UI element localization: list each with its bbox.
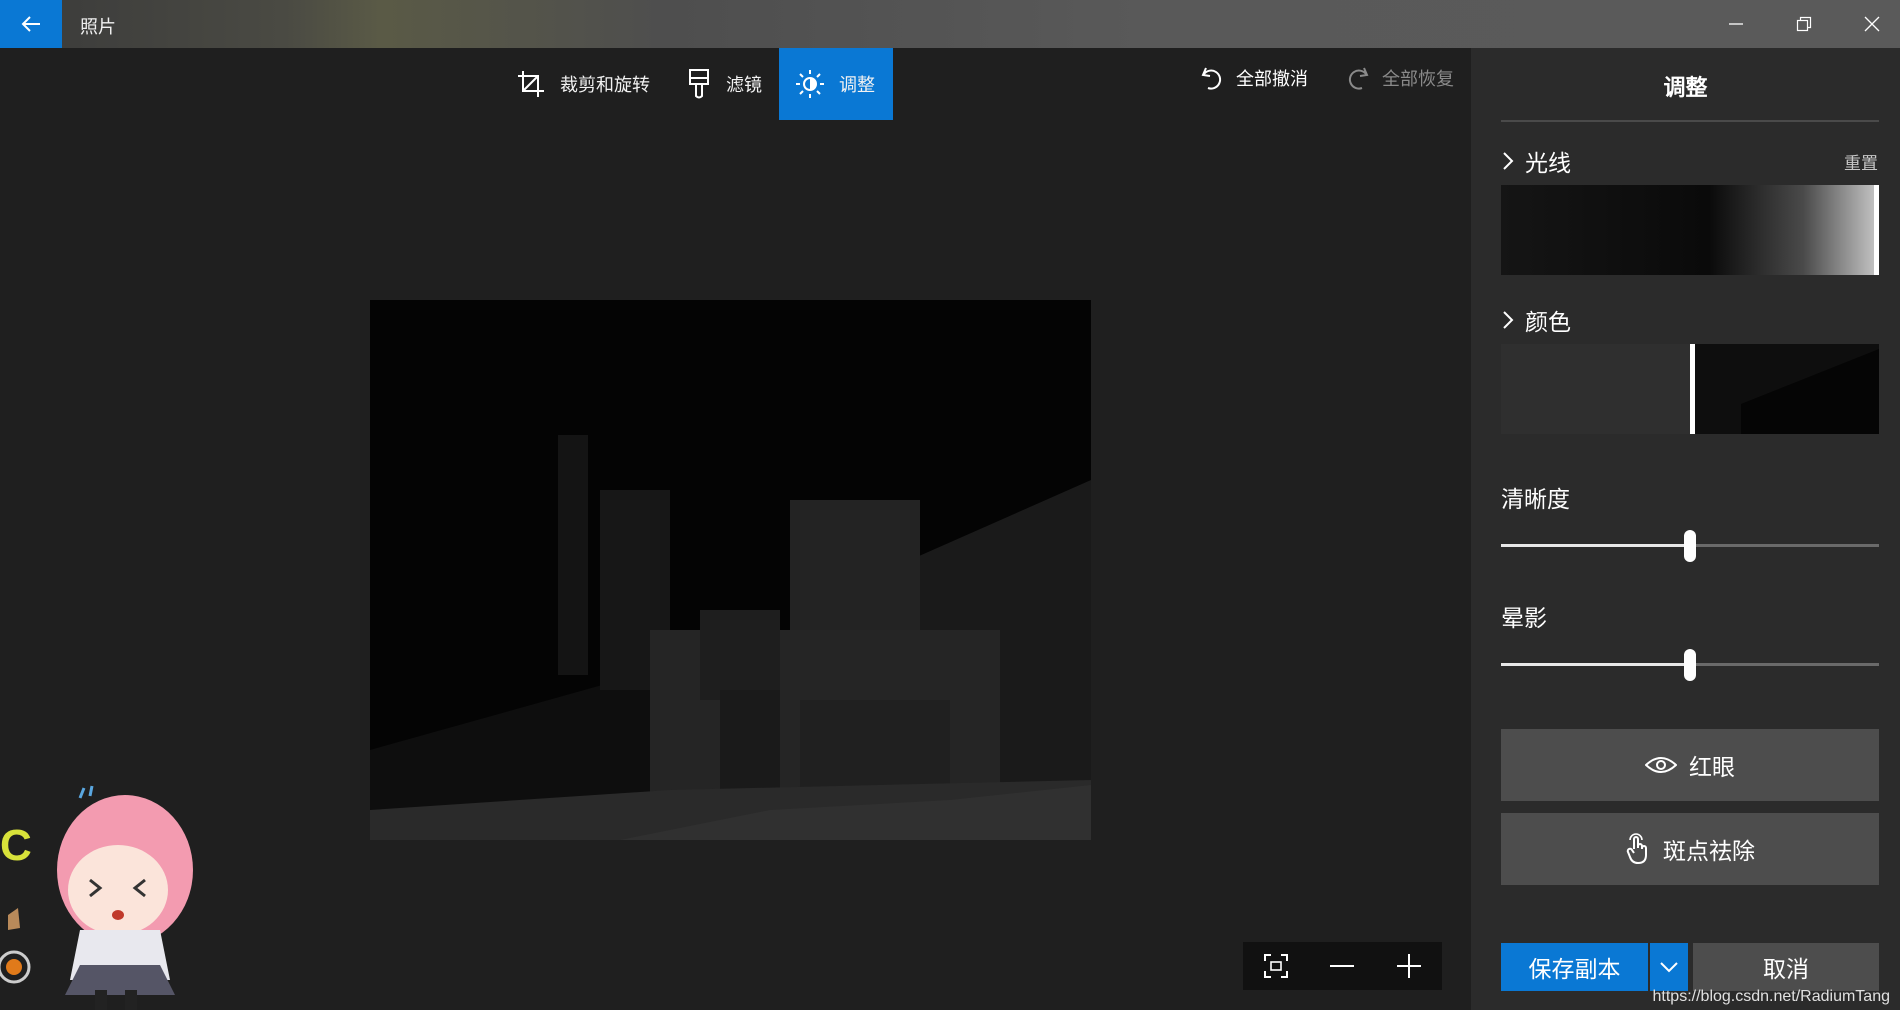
- red-eye-label: 红眼: [1689, 755, 1735, 781]
- chevron-right-icon: [1503, 311, 1514, 329]
- photo-canvas[interactable]: [370, 300, 1091, 840]
- adjust-panel: 调整 光线 重置 颜色 清晰度 晕影 红眼 斑点祛除 保存副本 取消: [1471, 48, 1900, 1010]
- tab-filters-label: 滤镜: [726, 75, 762, 96]
- close-icon: [1864, 16, 1880, 32]
- vignette-slider[interactable]: [1501, 649, 1879, 681]
- back-arrow-icon: [21, 16, 40, 32]
- vignette-thumb[interactable]: [1684, 649, 1696, 681]
- minimize-button[interactable]: [1702, 0, 1770, 48]
- vignette-label: 晕影: [1501, 606, 1547, 632]
- edited-photo: [370, 300, 1091, 840]
- minimize-icon: [1729, 23, 1743, 25]
- fit-to-screen-icon[interactable]: [1263, 953, 1289, 979]
- vignette-fill: [1501, 663, 1690, 666]
- clarity-thumb[interactable]: [1684, 530, 1696, 562]
- light-strip[interactable]: [1501, 185, 1879, 275]
- tab-adjust[interactable]: 调整: [779, 48, 893, 120]
- tab-crop-rotate[interactable]: 裁剪和旋转: [500, 48, 666, 120]
- reset-button[interactable]: 重置: [1844, 149, 1878, 174]
- save-copy-label: 保存副本: [1528, 957, 1621, 983]
- clarity-label: 清晰度: [1501, 487, 1570, 513]
- light-section-toggle[interactable]: 光线: [1501, 144, 1571, 178]
- panel-title: 调整: [1663, 76, 1708, 101]
- red-eye-button[interactable]: 红眼: [1501, 729, 1879, 801]
- tab-crop-rotate-label: 裁剪和旋转: [560, 75, 650, 96]
- redo-all-button[interactable]: 全部恢复: [1346, 60, 1454, 96]
- light-slider-handle[interactable]: [1874, 185, 1879, 275]
- zoom-in-icon[interactable]: [1396, 953, 1422, 979]
- color-slider-handle[interactable]: [1690, 344, 1695, 434]
- light-preview: [1501, 185, 1879, 275]
- filter-brush-icon: [689, 69, 709, 99]
- close-button[interactable]: [1838, 0, 1900, 48]
- clarity-slider[interactable]: [1501, 530, 1879, 562]
- crop-rotate-icon: [518, 71, 544, 97]
- spot-fix-label: 斑点祛除: [1663, 839, 1755, 865]
- save-options-dropdown[interactable]: [1650, 943, 1688, 991]
- title-bar: 照片: [0, 0, 1900, 48]
- chevron-down-icon: [1660, 962, 1678, 973]
- undo-all-button[interactable]: 全部撤消: [1200, 60, 1308, 96]
- clarity-fill: [1501, 544, 1690, 547]
- zoom-bar: [1243, 942, 1442, 990]
- color-section-toggle[interactable]: 颜色: [1501, 303, 1571, 337]
- tab-adjust-label: 调整: [839, 75, 875, 96]
- zoom-out-icon[interactable]: [1329, 953, 1355, 979]
- eye-icon: [1645, 757, 1677, 773]
- back-button[interactable]: [0, 0, 62, 48]
- watermark: https://blog.csdn.net/RadiumTang: [1652, 988, 1890, 1005]
- redo-icon: [1348, 67, 1369, 90]
- color-strip[interactable]: [1501, 344, 1879, 434]
- undo-all-label: 全部撤消: [1236, 69, 1308, 90]
- touch-hand-icon: [1626, 833, 1647, 865]
- spot-fix-button[interactable]: 斑点祛除: [1501, 813, 1879, 885]
- mascot-sticker: C: [0, 785, 193, 1010]
- redo-all-label: 全部恢复: [1382, 69, 1454, 90]
- cancel-button[interactable]: 取消: [1693, 943, 1879, 991]
- undo-icon: [1201, 67, 1222, 90]
- divider: [1501, 120, 1879, 122]
- tab-filters[interactable]: 滤镜: [670, 48, 778, 120]
- svg-text:C: C: [0, 821, 32, 870]
- restore-button[interactable]: [1770, 0, 1838, 48]
- color-label: 颜色: [1525, 310, 1571, 336]
- chevron-right-icon: [1503, 152, 1514, 170]
- cancel-label: 取消: [1763, 957, 1809, 983]
- restore-icon: [1796, 16, 1812, 32]
- brightness-icon: [796, 70, 824, 98]
- save-copy-button[interactable]: 保存副本: [1501, 943, 1648, 991]
- app-title: 照片: [80, 17, 116, 38]
- light-label: 光线: [1525, 151, 1571, 177]
